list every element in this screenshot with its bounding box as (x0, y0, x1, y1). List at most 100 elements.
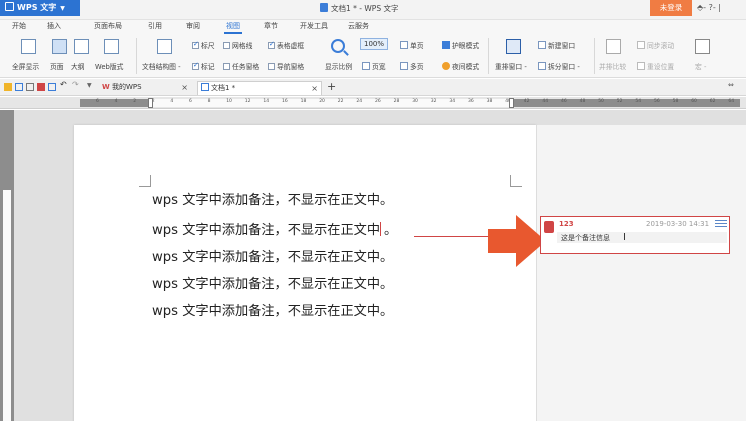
document-workspace[interactable]: wps 文字中添加备注，不显示在正文中。 wps 文字中添加备注，不显示在正文中… (14, 110, 746, 421)
arrange-window-icon[interactable] (506, 39, 521, 54)
split-window-label: 拆分窗口 - (548, 63, 580, 71)
checkbox-icon (223, 42, 230, 49)
doc-structure-icon[interactable] (157, 39, 172, 54)
ruler-number: 52 (616, 99, 623, 104)
new-tab-button[interactable]: + (327, 80, 336, 93)
text-line-commented[interactable]: wps 文字中添加备注，不显示在正文中。 (152, 219, 397, 238)
page-width-label: 页宽 (372, 63, 386, 71)
right-indent-marker[interactable] (509, 98, 514, 108)
chevron-down-icon: ▼ (60, 5, 65, 12)
app-menu-button[interactable]: WPS 文字 ▼ (0, 0, 80, 16)
text-line[interactable]: wps 文字中添加备注，不显示在正文中。 (152, 273, 393, 292)
comment-card[interactable]: 123 2019-03-30 14:31 这是个备注信息 I (540, 216, 730, 254)
gridlines-checkbox[interactable]: 网格线 (223, 40, 252, 50)
redo-icon[interactable]: ↷ (72, 80, 80, 89)
export-pdf-icon[interactable] (26, 83, 34, 91)
markup-checkbox[interactable]: 标记 (192, 61, 215, 71)
ruler-number: 20 (319, 99, 325, 104)
tab-document-label: 文档1 * (211, 84, 236, 92)
ruler-number: 30 (412, 99, 418, 104)
checkbox-icon (268, 40, 275, 49)
night-mode-label: 夜间模式 (452, 63, 480, 71)
left-indent-marker[interactable] (148, 98, 153, 108)
reset-position-button[interactable]: 重设位置 (637, 61, 674, 71)
document-page[interactable]: wps 文字中添加备注，不显示在正文中。 wps 文字中添加备注，不显示在正文中… (74, 125, 536, 421)
ruler-number: 56 (654, 99, 660, 104)
side-by-side-icon[interactable] (606, 39, 621, 54)
ruler-checkbox[interactable]: 标尺 (192, 40, 215, 50)
tab-page-layout[interactable]: 页面布局 (94, 21, 122, 31)
tab-review[interactable]: 审阅 (186, 21, 200, 31)
toolbar-overflow-icon[interactable]: ⇔ (728, 81, 736, 89)
task-pane-checkbox[interactable]: 任务窗格 (223, 61, 259, 71)
page-view-icon[interactable] (52, 39, 67, 54)
ruler-number: 28 (393, 99, 400, 104)
zoom-percent-box[interactable]: 100% (360, 38, 389, 50)
macro-button[interactable]: 宏 - (695, 61, 706, 71)
zoom-value: 100% (364, 40, 385, 48)
text-line[interactable]: wps 文字中添加备注，不显示在正文中。 (152, 300, 393, 319)
nav-pane-checkbox[interactable]: 导航窗格 (268, 61, 304, 71)
close-icon[interactable]: × (181, 81, 188, 94)
macro-icon[interactable] (695, 39, 710, 54)
title-bar-controls[interactable]: ⬘- ?- | (697, 3, 721, 12)
outline-view-button[interactable]: 大纲 (71, 61, 85, 71)
ruler-number: 12 (244, 99, 251, 104)
ruler-number: 48 (579, 99, 586, 104)
comment-menu-icon[interactable] (715, 220, 727, 229)
eye-protect-button[interactable]: 护眼模式 (442, 40, 479, 50)
task-pane-label: 任务窗格 (232, 63, 260, 71)
document-icon (320, 3, 328, 12)
web-view-icon[interactable] (104, 39, 119, 54)
split-window-button[interactable]: 拆分窗口 - (538, 61, 580, 71)
close-icon[interactable]: × (311, 82, 318, 95)
new-window-icon (538, 41, 546, 49)
tab-start[interactable]: 开始 (12, 21, 26, 31)
tab-references[interactable]: 引用 (148, 21, 162, 31)
ruler-number: 4 (170, 99, 174, 104)
page-width-button[interactable]: 页宽 (362, 61, 386, 71)
doc-structure-button[interactable]: 文档结构图 - (142, 61, 181, 71)
print-preview-icon[interactable] (48, 83, 56, 91)
tab-document-1[interactable]: 文档1 * × (197, 81, 322, 95)
page-view-button[interactable]: 页面 (50, 61, 64, 71)
web-view-button[interactable]: Web版式 (95, 61, 123, 71)
save-icon[interactable] (15, 83, 23, 91)
night-mode-button[interactable]: 夜间模式 (442, 61, 479, 71)
new-window-button[interactable]: 新建窗口 (538, 40, 575, 50)
ruler-number: 6 (189, 99, 192, 104)
outline-view-icon[interactable] (74, 39, 89, 54)
fullscreen-icon[interactable] (21, 39, 36, 54)
checkbox-icon (268, 63, 275, 70)
open-folder-icon[interactable] (4, 83, 12, 91)
arrange-window-button[interactable]: 重排窗口 - (495, 61, 527, 71)
print-icon[interactable] (37, 83, 45, 91)
tab-view[interactable]: 视图 (224, 21, 242, 34)
tab-my-wps[interactable]: W 我的WPS × (99, 81, 191, 95)
text-line[interactable]: wps 文字中添加备注，不显示在正文中。 (152, 246, 393, 265)
tab-cloud-service[interactable]: 云服务 (348, 21, 369, 31)
text-line[interactable]: wps 文字中添加备注，不显示在正文中。 (152, 189, 393, 208)
split-window-icon (538, 62, 546, 70)
tab-insert[interactable]: 插入 (47, 21, 61, 31)
ruler-text-area (150, 99, 510, 107)
vertical-ruler-text-area (3, 190, 11, 421)
sync-scroll-button[interactable]: 同步滚动 (637, 40, 674, 50)
single-page-button[interactable]: 单页 (400, 40, 424, 50)
chevron-down-icon[interactable]: ▼ (87, 82, 95, 90)
login-button[interactable]: 未登录 (650, 0, 692, 16)
zoom-button[interactable]: 显示比例 (325, 61, 352, 71)
fullscreen-button[interactable]: 全屏显示 (12, 61, 39, 71)
horizontal-ruler[interactable]: 6422468101214161820222426283032343638404… (0, 97, 746, 109)
undo-icon[interactable]: ↶ (60, 80, 68, 89)
zoom-icon[interactable] (331, 39, 345, 53)
tab-developer[interactable]: 开发工具 (300, 21, 328, 31)
multi-page-button[interactable]: 多页 (400, 61, 424, 71)
margin-corner-mark (139, 175, 151, 187)
multi-page-icon (400, 62, 408, 70)
vertical-ruler[interactable] (0, 110, 14, 421)
side-by-side-button[interactable]: 并排比较 (599, 61, 626, 71)
tab-chapter[interactable]: 章节 (264, 21, 278, 31)
table-frame-checkbox[interactable]: 表格虚框 (268, 40, 304, 50)
ruler-number: 38 (486, 99, 493, 104)
